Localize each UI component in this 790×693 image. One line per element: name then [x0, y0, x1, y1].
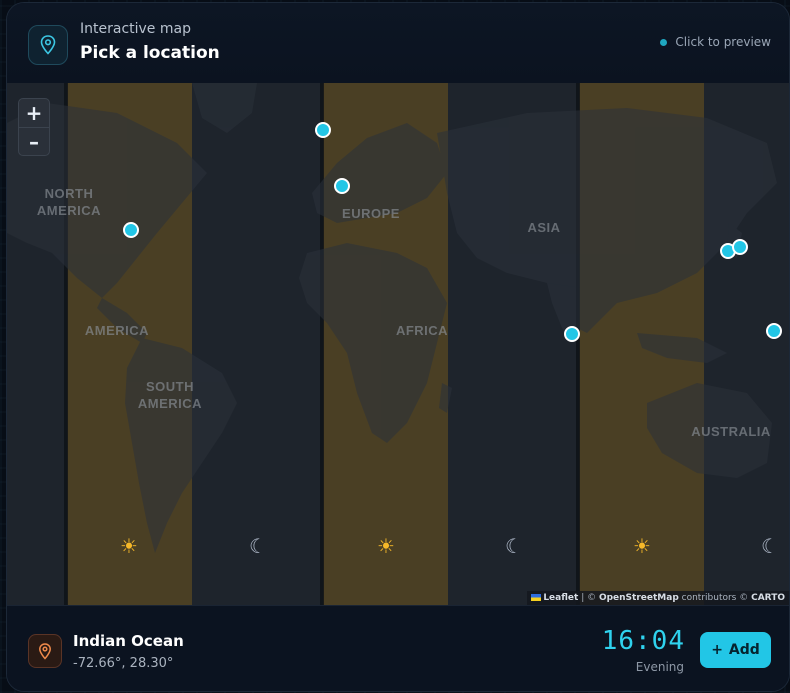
moon-icon: ☾ [249, 534, 267, 558]
region-label-north-america: AMERICA [37, 203, 101, 218]
zoom-out-button[interactable]: – [19, 128, 49, 155]
map-pin-icon [28, 25, 68, 65]
leaflet-link[interactable]: Leaflet [543, 593, 578, 603]
location-marker[interactable] [766, 323, 782, 339]
night-band [192, 83, 323, 605]
selected-location-coords: -72.66°, 28.30° [73, 656, 174, 671]
location-marker[interactable] [123, 222, 139, 238]
preview-hint-label: Click to preview [675, 35, 771, 49]
selected-location-name: Indian Ocean [73, 632, 184, 650]
region-label-australia: AUSTRALIA [691, 424, 771, 439]
location-marker[interactable] [732, 239, 748, 255]
region-label-north-america: NORTH [45, 186, 94, 201]
region-label-europe: EUROPE [342, 206, 400, 221]
region-label-asia: ASIA [527, 220, 560, 235]
map-attribution: Leaflet | © OpenStreetMap contributors ©… [527, 591, 789, 605]
sun-icon: ☀ [120, 534, 138, 558]
plus-icon: + [711, 642, 723, 658]
card-header: Interactive map Pick a location Click to… [7, 3, 789, 83]
local-time: 16:04 [601, 626, 685, 656]
time-period: Evening [635, 660, 684, 674]
location-picker-card: Interactive map Pick a location Click to… [6, 2, 790, 692]
region-label-america: AMERICA [85, 323, 149, 338]
location-marker[interactable] [315, 122, 331, 138]
moon-icon: ☾ [505, 534, 523, 558]
header-eyebrow: Interactive map [80, 21, 191, 37]
region-label-south-america: SOUTH [146, 379, 194, 394]
region-label-africa: AFRICA [396, 323, 448, 338]
location-pin-icon [28, 634, 62, 668]
status-dot-icon [660, 38, 668, 46]
location-marker[interactable] [334, 178, 350, 194]
region-label-south-america: AMERICA [138, 396, 202, 411]
osm-link[interactable]: OpenStreetMap [599, 593, 679, 603]
zoom-in-button[interactable]: + [19, 99, 49, 128]
sun-icon: ☀ [633, 534, 651, 558]
location-marker[interactable] [564, 326, 580, 342]
add-location-button[interactable]: + Add [700, 632, 771, 668]
world-map[interactable]: NORTH AMERICA AMERICA SOUTH AMERICA EURO… [7, 83, 789, 605]
page-title: Pick a location [80, 43, 220, 63]
preview-hint: Click to preview [660, 35, 771, 49]
sun-icon: ☀ [377, 534, 395, 558]
moon-icon: ☾ [761, 534, 779, 558]
attribution-text: contributors © [681, 593, 749, 603]
selection-footer: Indian Ocean -72.66°, 28.30° 16:04 Eveni… [7, 605, 789, 691]
zoom-control: + – [18, 98, 50, 156]
add-button-label: Add [728, 642, 760, 658]
leaflet-flag-icon [531, 594, 542, 601]
carto-link[interactable]: CARTO [751, 593, 785, 603]
